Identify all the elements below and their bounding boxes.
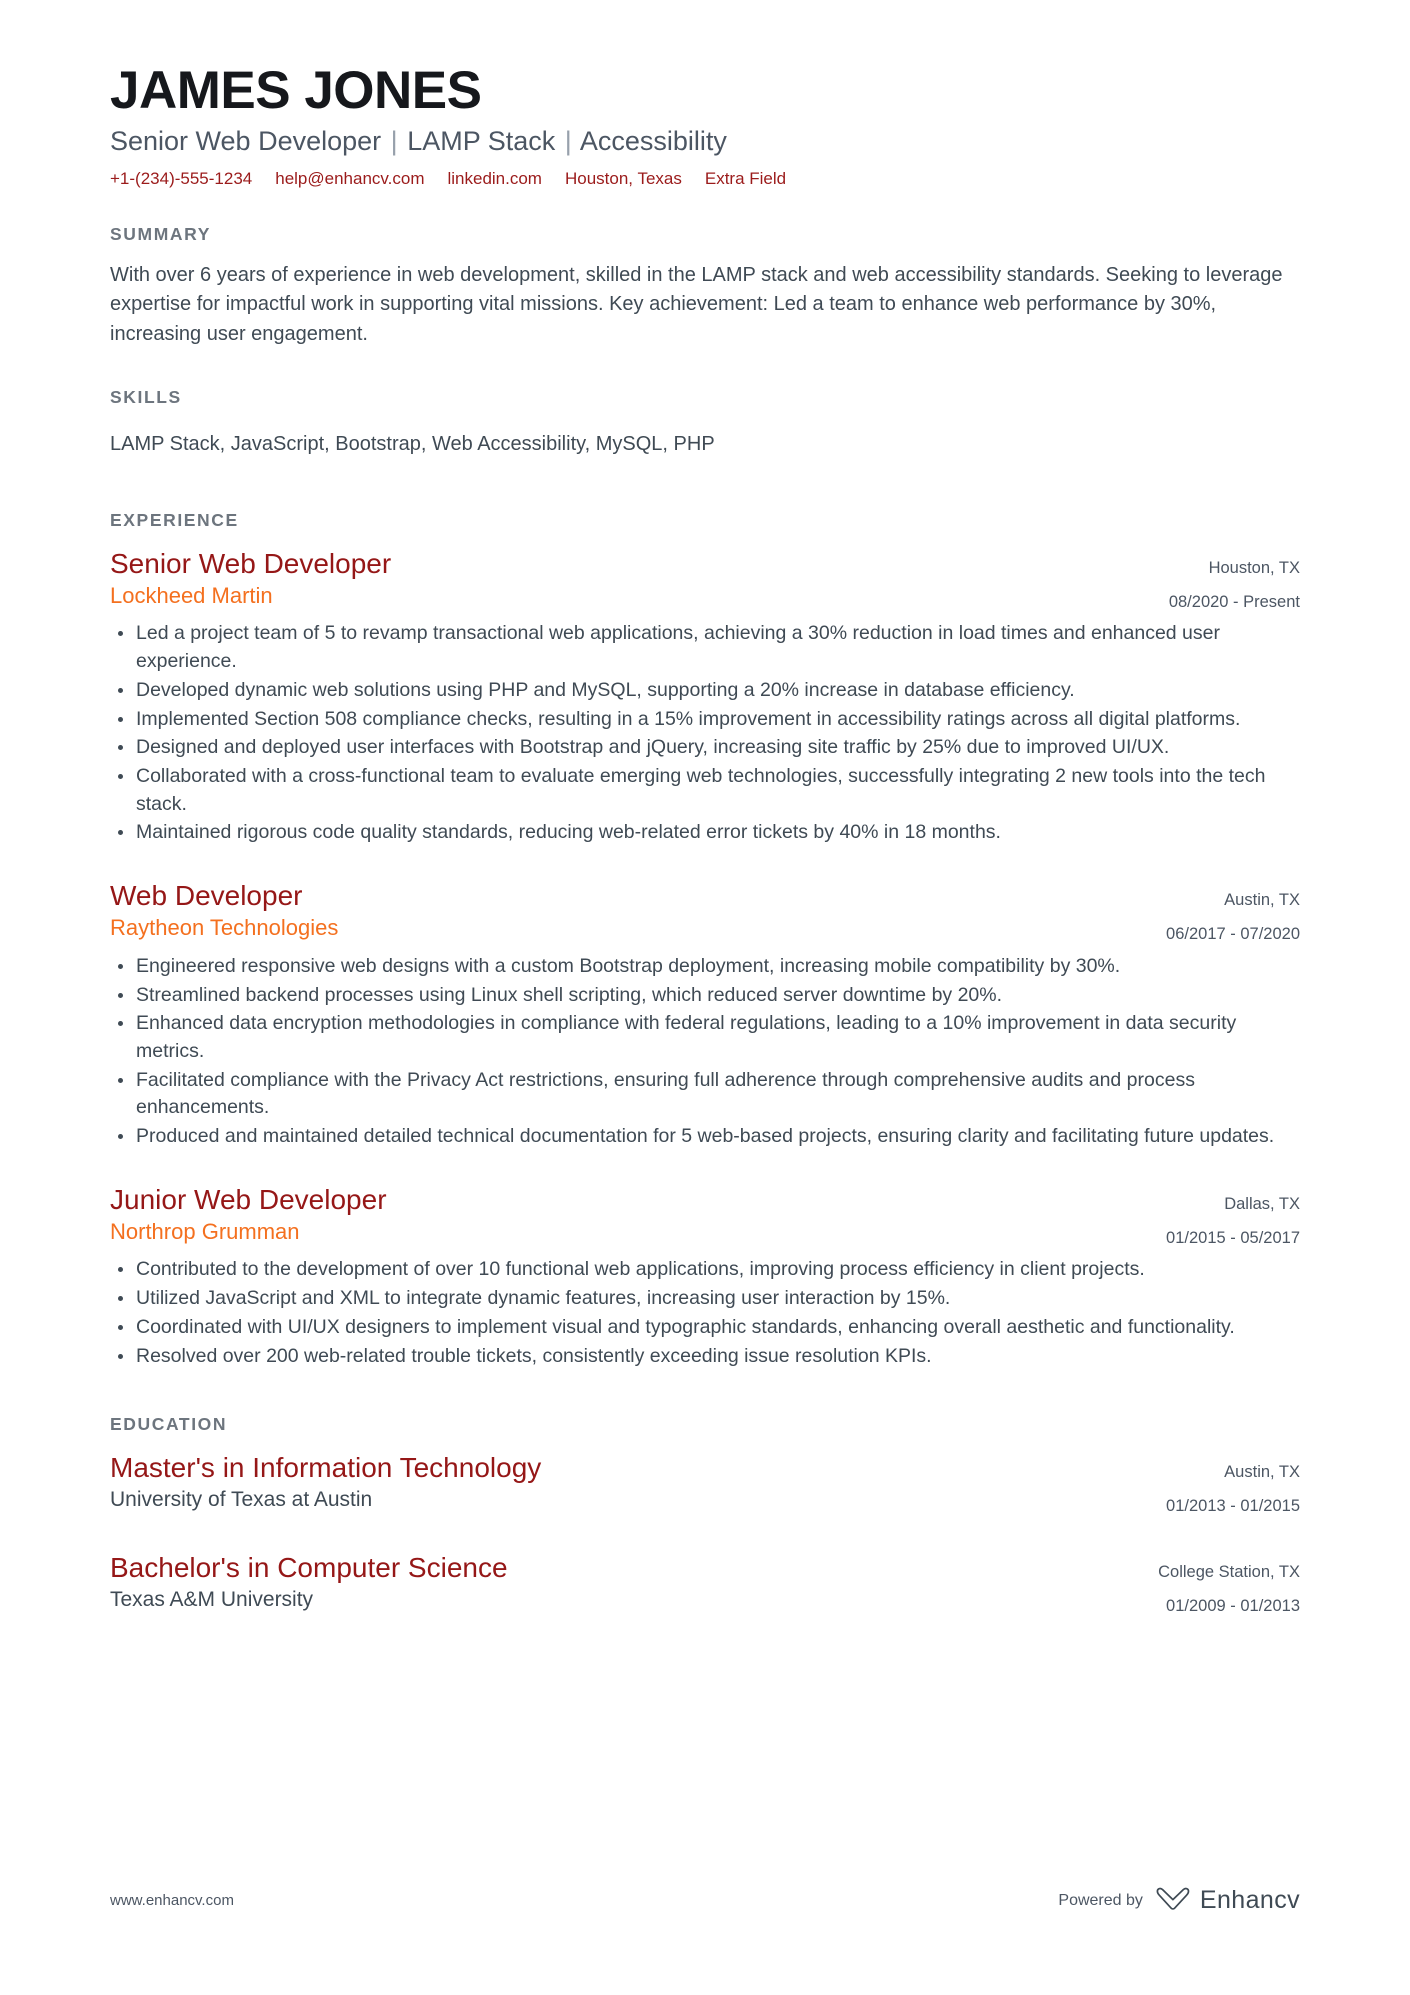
footer-website[interactable]: www.enhancv.com — [110, 1892, 234, 1909]
job-bullet: Facilitated compliance with the Privacy … — [110, 1067, 1300, 1122]
job-bullet: Streamlined backend processes using Linu… — [110, 982, 1300, 1010]
contact-row: +1-(234)-555-1234 help@enhancv.com linke… — [110, 168, 1300, 190]
school-dates: 01/2009 - 01/2013 — [1166, 1597, 1300, 1615]
contact-email[interactable]: help@enhancv.com — [275, 168, 424, 190]
job-bullet: Developed dynamic web solutions using PH… — [110, 677, 1300, 705]
education-entry-main: Master's in Information Technology Unive… — [110, 1451, 1142, 1513]
experience-entry-header: Junior Web Developer Northrop Grumman Da… — [110, 1183, 1300, 1251]
section-education: EDUCATION Master's in Information Techno… — [110, 1414, 1300, 1619]
degree-title: Bachelor's in Computer Science — [110, 1552, 508, 1584]
professional-headline: Senior Web Developer | LAMP Stack | Acce… — [110, 125, 1300, 159]
job-bullet: Led a project team of 5 to revamp transa… — [110, 620, 1300, 675]
job-title: Senior Web Developer — [110, 547, 392, 579]
education-entry-main: Bachelor's in Computer Science Texas A&M… — [110, 1551, 1134, 1613]
job-bullet: Implemented Section 508 compliance check… — [110, 706, 1300, 734]
experience-entry-header: Senior Web Developer Lockheed Martin Hou… — [110, 547, 1300, 615]
headline-part-2: LAMP Stack — [407, 126, 556, 157]
section-heading-summary: SUMMARY — [110, 224, 211, 245]
education-entry-header: Bachelor's in Computer Science Texas A&M… — [110, 1551, 1300, 1619]
experience-entry-meta: Austin, TX 06/2017 - 07/2020 — [1166, 879, 1300, 947]
footer-branding: Powered by Enhancv — [1058, 1886, 1300, 1915]
contact-location[interactable]: Houston, Texas — [565, 168, 682, 190]
experience-entry-main: Junior Web Developer Northrop Grumman — [110, 1183, 1142, 1247]
headline-part-3: Accessibility — [579, 126, 727, 157]
headline-divider-1: | — [390, 126, 398, 157]
job-location: Houston, TX — [1208, 558, 1300, 577]
experience-entry-main: Senior Web Developer Lockheed Martin — [110, 547, 1145, 611]
school-location: College Station, TX — [1158, 1563, 1300, 1582]
contact-linkedin[interactable]: linkedin.com — [447, 168, 542, 190]
experience-entry: Junior Web Developer Northrop Grumman Da… — [110, 1183, 1300, 1371]
contact-phone[interactable]: +1-(234)-555-1234 — [110, 168, 252, 190]
job-dates: 01/2015 - 05/2017 — [1166, 1228, 1300, 1247]
job-bullet: Enhanced data encryption methodologies i… — [110, 1010, 1300, 1065]
resume-page: JAMES JONES Senior Web Developer | LAMP … — [0, 0, 1410, 1995]
experience-entry-meta: Houston, TX 08/2020 - Present — [1169, 547, 1300, 615]
job-bullet: Coordinated with UI/UX designers to impl… — [110, 1314, 1300, 1342]
enhancv-infinity-logo-icon — [1155, 1887, 1191, 1915]
job-bullet-list: Contributed to the development of over 1… — [110, 1256, 1300, 1370]
section-experience: EXPERIENCE Senior Web Developer Lockheed… — [110, 510, 1300, 1371]
section-heading-education: EDUCATION — [110, 1414, 228, 1435]
section-summary: SUMMARY With over 6 years of experience … — [110, 224, 1300, 349]
job-title: Web Developer — [110, 879, 303, 911]
skills-list: LAMP Stack, JavaScript, Bootstrap, Web A… — [110, 433, 715, 456]
experience-entry: Web Developer Raytheon Technologies Aust… — [110, 879, 1300, 1151]
education-entry-header: Master's in Information Technology Unive… — [110, 1451, 1300, 1519]
job-bullet: Maintained rigorous code quality standar… — [110, 819, 1300, 847]
education-entry-meta: College Station, TX 01/2009 - 01/2013 — [1158, 1551, 1300, 1619]
experience-entry: Senior Web Developer Lockheed Martin Hou… — [110, 547, 1300, 847]
headline-part-1: Senior Web Developer — [110, 126, 382, 157]
school-dates: 01/2013 - 01/2015 — [1166, 1497, 1300, 1516]
company-name: Lockheed Martin — [110, 582, 273, 608]
page-title: JAMES JONES — [110, 61, 482, 120]
job-bullet: Engineered responsive web designs with a… — [110, 953, 1300, 981]
job-location: Dallas, TX — [1224, 1194, 1300, 1213]
job-bullet-list: Engineered responsive web designs with a… — [110, 953, 1300, 1151]
education-entry-meta: Austin, TX 01/2013 - 01/2015 — [1166, 1451, 1300, 1519]
experience-entry-meta: Dallas, TX 01/2015 - 05/2017 — [1166, 1183, 1300, 1251]
job-bullet: Contributed to the development of over 1… — [110, 1256, 1300, 1284]
resume-footer: www.enhancv.com Powered by Enhancv — [110, 1886, 1300, 1915]
section-heading-skills: SKILLS — [110, 387, 182, 408]
degree-title: Master's in Information Technology — [110, 1452, 542, 1484]
job-bullet: Designed and deployed user interfaces wi… — [110, 734, 1300, 762]
job-bullet-list: Led a project team of 5 to revamp transa… — [110, 620, 1300, 847]
brand-name: Enhancv — [1199, 1886, 1300, 1914]
section-skills: SKILLS LAMP Stack, JavaScript, Bootstrap… — [110, 387, 1300, 459]
job-location: Austin, TX — [1224, 890, 1300, 909]
job-dates: 06/2017 - 07/2020 — [1166, 924, 1300, 943]
school-name: University of Texas at Austin — [110, 1488, 373, 1512]
resume-header: JAMES JONES Senior Web Developer | LAMP … — [110, 62, 1300, 190]
job-bullet: Collaborated with a cross-functional tea… — [110, 763, 1300, 818]
powered-by-label: Powered by — [1058, 1891, 1143, 1909]
section-heading-experience: EXPERIENCE — [110, 509, 239, 530]
job-bullet: Resolved over 200 web-related trouble ti… — [110, 1343, 1300, 1371]
headline-divider-2: | — [564, 126, 572, 157]
summary-body: With over 6 years of experience in web d… — [110, 264, 1283, 345]
company-name: Northrop Grumman — [110, 1218, 300, 1244]
job-title: Junior Web Developer — [110, 1183, 387, 1215]
job-dates: 08/2020 - Present — [1168, 592, 1300, 611]
education-entry: Bachelor's in Computer Science Texas A&M… — [110, 1551, 1300, 1619]
school-name: Texas A&M University — [110, 1588, 314, 1612]
contact-extra-field[interactable]: Extra Field — [705, 168, 786, 190]
brand-lockup: Enhancv — [1155, 1886, 1300, 1915]
company-name: Raytheon Technologies — [110, 915, 339, 941]
experience-entry-main: Web Developer Raytheon Technologies — [110, 879, 1142, 943]
experience-entry-header: Web Developer Raytheon Technologies Aust… — [110, 879, 1300, 947]
job-bullet: Produced and maintained detailed technic… — [110, 1123, 1300, 1151]
job-bullet: Utilized JavaScript and XML to integrate… — [110, 1285, 1300, 1313]
school-location: Austin, TX — [1224, 1463, 1300, 1482]
education-entry: Master's in Information Technology Unive… — [110, 1451, 1300, 1519]
